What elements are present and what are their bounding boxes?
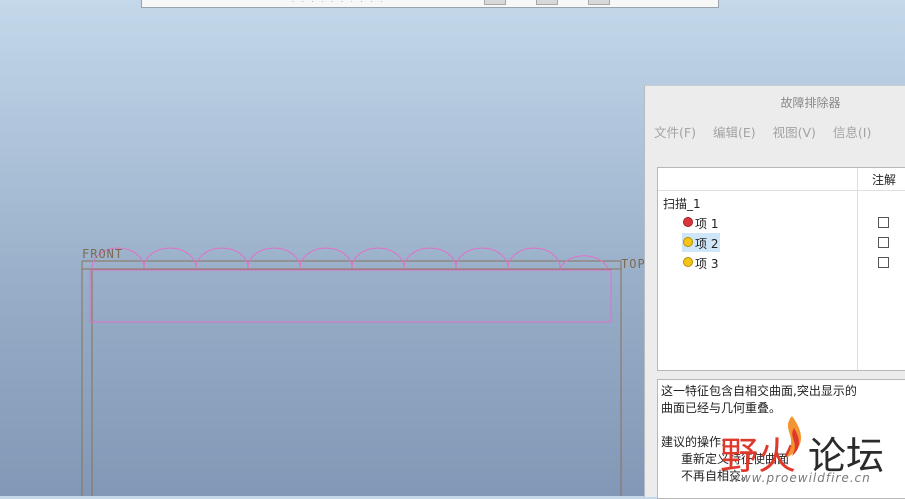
info-line-suggestion-title: 建议的操作: <box>661 435 726 449</box>
tree-item-label: 项 3 <box>695 257 719 271</box>
warning-status-icon <box>683 257 693 267</box>
dialog-title: 故障排除器 <box>780 96 841 110</box>
column-header-notes[interactable]: 注解 <box>872 171 896 188</box>
tree-root-label: 扫描_1 <box>663 197 701 211</box>
menu-file[interactable]: 文件(F) <box>654 120 696 150</box>
datum-label-top: TOP <box>621 257 646 271</box>
info-line: 这一特征包含自相交曲面,突出显示的 <box>661 384 857 398</box>
datum-label-front: FRONT <box>82 247 124 261</box>
info-line: 曲面已经与几何重叠。 <box>661 401 782 415</box>
menu-view[interactable]: 视图(V) <box>773 120 816 150</box>
menu-bar: 文件(F) 编辑(E) 视图(V) 信息(I) <box>645 120 905 150</box>
note-checkbox[interactable] <box>878 237 889 248</box>
tree-item-row[interactable]: 项 3 <box>658 253 905 273</box>
tree-item-label: 项 1 <box>695 217 719 231</box>
menu-edit[interactable]: 编辑(E) <box>713 120 756 150</box>
watermark-url: www.proewildfire.cn <box>730 471 871 485</box>
tree-item-row-selected[interactable]: 项 2 <box>658 233 905 253</box>
flame-icon <box>786 416 802 458</box>
menu-info[interactable]: 信息(I) <box>833 120 871 150</box>
feature-tree-list[interactable]: 注解 扫描_1 项 1 项 2 项 3 <box>657 167 905 371</box>
sweep-trajectory-arcs <box>91 247 609 269</box>
sweep-section-rect <box>89 269 612 323</box>
note-checkbox[interactable] <box>878 217 889 228</box>
error-status-icon <box>683 217 693 227</box>
tree-item-row[interactable]: 项 1 <box>658 213 905 233</box>
tree-item-label: 项 2 <box>695 237 719 251</box>
tree-root-row[interactable]: 扫描_1 <box>658 193 905 213</box>
warning-status-icon <box>683 237 693 247</box>
tree-header: 注解 <box>658 168 905 191</box>
note-checkbox[interactable] <box>878 257 889 268</box>
